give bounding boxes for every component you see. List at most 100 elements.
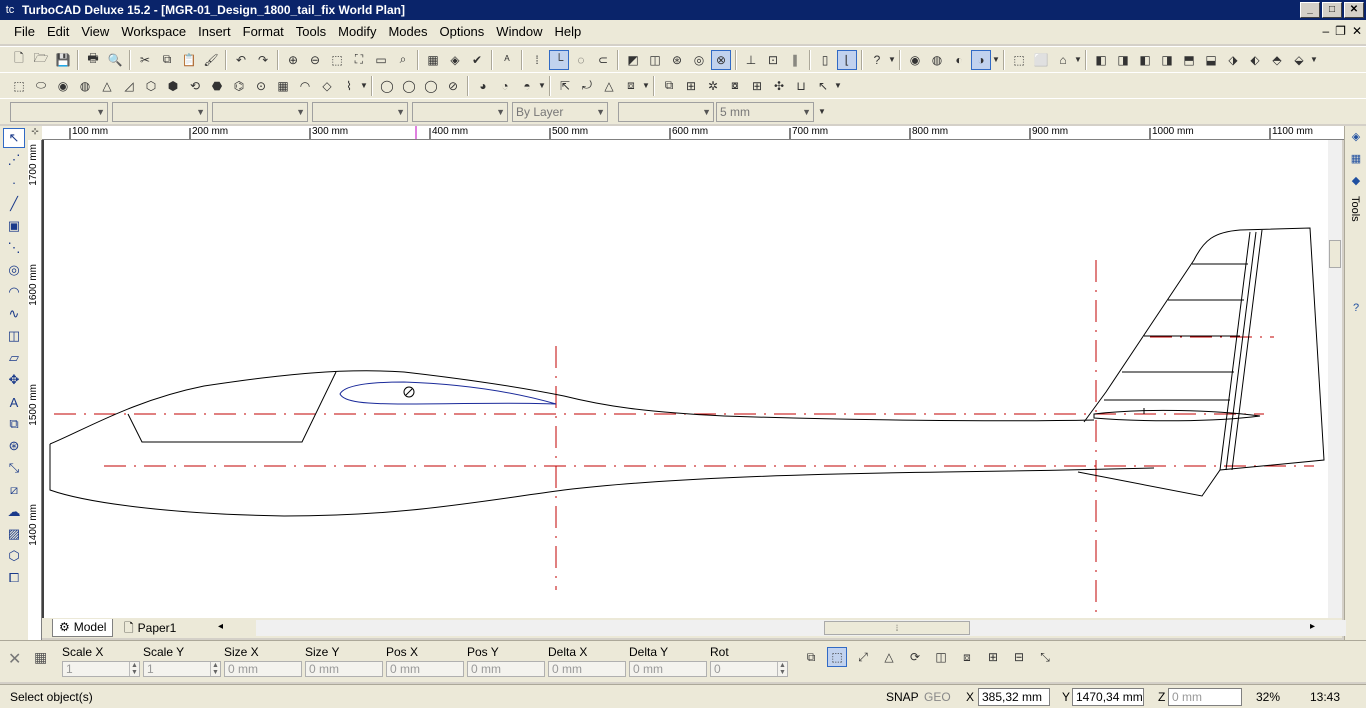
grid-snap-icon[interactable]: ⁞ <box>527 50 547 70</box>
attach-icon[interactable]: ✣ <box>769 76 789 96</box>
dimension-icon[interactable]: ⤡ <box>3 458 25 478</box>
array-icon[interactable]: ⊞ <box>681 76 701 96</box>
paste-icon[interactable]: 📋 <box>179 50 199 70</box>
redo-icon[interactable]: ↷ <box>253 50 273 70</box>
close-button[interactable]: ✕ <box>1344 2 1364 18</box>
move-icon[interactable]: ✥ <box>3 370 25 390</box>
boolean-slice-icon[interactable]: ⊘ <box>443 76 463 96</box>
menu-view[interactable]: View <box>75 20 115 44</box>
horizontal-scroll-thumb[interactable]: ⦙ <box>824 621 970 635</box>
coordinate-icon[interactable]: ⌊ <box>837 49 857 70</box>
library-icon[interactable]: ▦ <box>1347 152 1365 170</box>
horizontal-scrollbar[interactable]: ⦙ <box>256 620 1346 636</box>
palette-icon[interactable]: ◈ <box>1347 130 1365 148</box>
delta-x-input[interactable]: 0 mm <box>548 661 626 677</box>
cut-icon[interactable]: ✂ <box>135 50 155 70</box>
stretch-icon[interactable]: ⤡ <box>1035 647 1055 667</box>
rotation-input[interactable]: 0 ▲ ▼ <box>710 661 788 677</box>
snap-quadrant-icon[interactable]: ◎ <box>689 50 709 70</box>
undo-icon[interactable]: ↶ <box>231 50 251 70</box>
ruler-origin-icon[interactable]: ⊹ <box>28 126 42 140</box>
scale-x-input[interactable]: 1 ▲ ▼ <box>62 661 140 677</box>
vertical-scroll-thumb[interactable] <box>1329 240 1341 268</box>
scroll-left-icon[interactable]: ◂ <box>218 621 223 632</box>
rotate-3d-icon[interactable]: ⤾ <box>577 76 597 96</box>
ortho-icon[interactable]: └ <box>549 49 569 70</box>
close-inspector-icon[interactable]: ✕ <box>8 649 21 669</box>
layer-select[interactable]: By Layer ▼ <box>512 102 608 122</box>
menu-format[interactable]: Format <box>237 20 290 44</box>
context-help-icon[interactable]: ? <box>867 50 887 70</box>
workplane-align-icon[interactable]: ⬜ <box>1031 50 1051 70</box>
text-icon[interactable]: A <box>3 392 25 412</box>
select-by-window-icon[interactable]: ⬚ <box>827 647 847 667</box>
group-icon[interactable]: ⧇ <box>725 76 745 96</box>
menu-window[interactable]: Window <box>490 20 548 44</box>
rotate-handle-icon[interactable]: ⟳ <box>905 647 925 667</box>
copy-icon[interactable]: ⧉ <box>157 50 177 70</box>
chamfer-icon[interactable]: ◔ <box>495 76 515 96</box>
drawing-canvas[interactable] <box>42 140 1328 618</box>
view-front-icon[interactable]: ◧ <box>1091 50 1111 70</box>
pen-style-select[interactable]: ▼ <box>312 102 408 122</box>
select-options-icon[interactable]: ⧉ <box>801 647 821 667</box>
boolean-intersect-icon[interactable]: ◯ <box>421 76 441 96</box>
view-select[interactable]: ▼ <box>10 102 108 122</box>
box-icon[interactable]: ◫ <box>3 326 25 346</box>
insert-symbol-icon[interactable]: ⧉ <box>3 414 25 434</box>
minimize-button[interactable]: _ <box>1300 2 1320 18</box>
toolbar-overflow-icon[interactable]: ▼ <box>1310 50 1318 70</box>
prism-icon[interactable]: ⬡ <box>141 76 161 96</box>
menu-insert[interactable]: Insert <box>192 20 237 44</box>
snap-midpoint-icon[interactable]: ◫ <box>645 50 665 70</box>
scale-y-input[interactable]: 1 ▲ ▼ <box>143 661 221 677</box>
menu-help[interactable]: Help <box>549 20 588 44</box>
dot-icon[interactable]: · <box>3 172 25 192</box>
save-icon[interactable]: 💾 <box>53 50 73 70</box>
view-iso-nw-icon[interactable]: ⬙ <box>1289 50 1309 70</box>
menu-tools[interactable]: Tools <box>290 20 332 44</box>
box-3d-icon[interactable]: ⬚ <box>9 76 29 96</box>
doc-close-button[interactable]: ✕ <box>1352 24 1362 38</box>
doc-restore-button[interactable]: ❐ <box>1335 24 1346 38</box>
delta-y-input[interactable]: 0 mm <box>629 661 707 677</box>
snap-intersection-icon[interactable]: ⊗ <box>711 49 731 70</box>
toolbar-overflow-icon[interactable]: ▼ <box>1074 50 1082 70</box>
arc-icon[interactable]: ◠ <box>3 282 25 302</box>
circle-icon[interactable]: ◎ <box>3 260 25 280</box>
revsurf-icon[interactable]: ◠ <box>295 76 315 96</box>
snap-magnet-icon[interactable]: ⊂ <box>593 50 613 70</box>
line-style-select[interactable]: ▼ <box>618 102 714 122</box>
line-icon[interactable]: ╱ <box>3 194 25 214</box>
copy-3d-icon[interactable]: ⧉ <box>659 76 679 96</box>
zoom-in-icon[interactable]: ⊕ <box>283 50 303 70</box>
mirror-mode-icon[interactable]: ⧈ <box>957 647 977 667</box>
inspector-grid-icon[interactable]: ▦ <box>34 649 47 666</box>
curve-icon[interactable]: ∿ <box>3 304 25 324</box>
shape-icon[interactable]: ▱ <box>3 348 25 368</box>
select-arrow-icon[interactable]: ↖ <box>3 128 25 148</box>
help-panel-icon[interactable]: ? <box>1347 302 1365 320</box>
layer-icon[interactable]: ◈ <box>445 50 465 70</box>
snap-parallel-icon[interactable]: ∥ <box>785 50 805 70</box>
menu-modes[interactable]: Modes <box>382 20 433 44</box>
loft-icon[interactable]: ⬣ <box>207 76 227 96</box>
radial-array-icon[interactable]: ✲ <box>703 76 723 96</box>
render-shaded-icon[interactable]: ◐ <box>949 50 969 70</box>
reference-point-icon[interactable]: △ <box>879 647 899 667</box>
copy-mode-icon[interactable]: ◫ <box>931 647 951 667</box>
open-file-icon[interactable]: 🗁 <box>31 50 51 70</box>
cylinder-3d-icon[interactable]: ⬭ <box>31 76 51 96</box>
cloud-icon[interactable]: ☁ <box>3 502 25 522</box>
pen-color-select[interactable]: ▼ <box>112 102 208 122</box>
menu-edit[interactable]: Edit <box>41 20 75 44</box>
zoom-window-icon[interactable]: ⬚ <box>327 50 347 70</box>
y-coord-field[interactable]: 1470,34 mm <box>1072 688 1144 706</box>
toolbar-overflow-icon[interactable]: ▼ <box>834 76 842 96</box>
snap-vertex-icon[interactable]: ◩ <box>623 50 643 70</box>
workplane-tool-icon[interactable]: ⧠ <box>3 568 25 588</box>
grid-mesh-icon[interactable]: ▦ <box>273 76 293 96</box>
material-icon[interactable]: ◆ <box>1347 174 1365 192</box>
menu-options[interactable]: Options <box>433 20 490 44</box>
mirror-3d-icon[interactable]: ⧈ <box>621 76 641 96</box>
